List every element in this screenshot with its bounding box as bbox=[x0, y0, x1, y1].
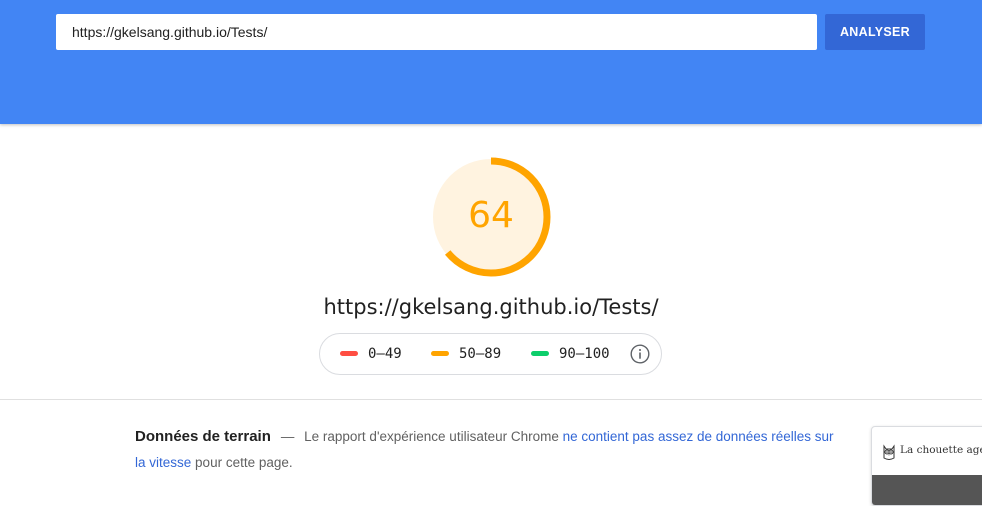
legend-item-fail: 0–49 bbox=[340, 334, 402, 374]
legend-label-average: 50–89 bbox=[459, 346, 502, 362]
legend-item-average: 50–89 bbox=[431, 334, 501, 374]
field-data-section: Données de terrain — Le rapport d'expérie… bbox=[135, 424, 835, 476]
legend-swatch-red bbox=[340, 350, 358, 356]
info-icon[interactable] bbox=[630, 344, 650, 364]
page-screenshot-thumbnail[interactable]: La chouette agence bbox=[871, 426, 982, 506]
field-data-title: Données de terrain bbox=[135, 428, 271, 445]
section-divider bbox=[0, 399, 982, 400]
owl-icon bbox=[881, 443, 897, 461]
legend-swatch-orange bbox=[431, 350, 449, 356]
legend-label-pass: 90–100 bbox=[559, 346, 610, 362]
legend-swatch-green bbox=[531, 350, 549, 356]
url-input[interactable] bbox=[56, 14, 817, 50]
field-data-dash: — bbox=[280, 429, 295, 444]
header-bar: ANALYSER bbox=[0, 0, 982, 124]
legend-item-pass: 90–100 bbox=[531, 334, 610, 374]
analyze-button[interactable]: ANALYSER bbox=[825, 14, 925, 50]
performance-score: 64 bbox=[468, 195, 514, 236]
thumbnail-site-title: La chouette agence bbox=[900, 444, 982, 456]
field-data-text-end: pour cette page. bbox=[195, 455, 293, 470]
score-legend: 0–49 50–89 90–100 bbox=[319, 333, 662, 375]
legend-label-fail: 0–49 bbox=[368, 346, 402, 362]
analyzed-url: https://gkelsang.github.io/Tests/ bbox=[323, 295, 659, 319]
thumbnail-image-area bbox=[872, 475, 982, 505]
field-data-text: Le rapport d'expérience utilisateur Chro… bbox=[304, 429, 559, 444]
